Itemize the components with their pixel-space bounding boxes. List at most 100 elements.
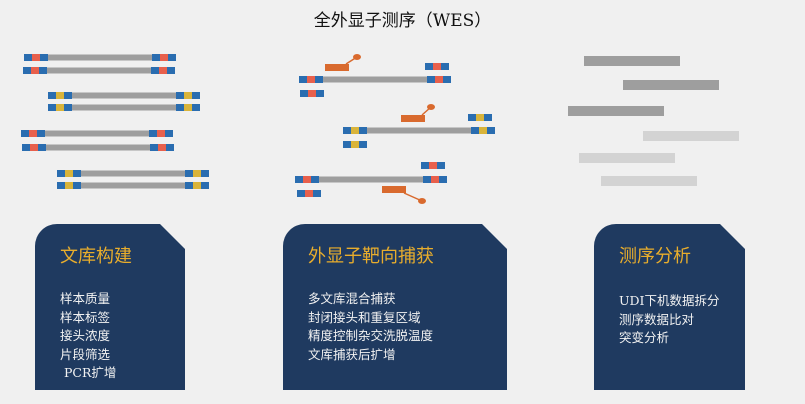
index-segment <box>429 162 437 169</box>
adapter-segment <box>185 182 193 189</box>
step-item: 接头浓度 <box>60 328 111 343</box>
index-segment <box>159 67 167 74</box>
index-segment <box>479 127 487 134</box>
adapter-segment <box>315 76 323 83</box>
insert-fragment <box>81 170 185 177</box>
index-segment <box>184 104 192 111</box>
sequencing-read <box>584 56 680 66</box>
adapter-segment <box>23 67 31 74</box>
insert-fragment <box>47 67 151 74</box>
insert-fragment <box>319 176 423 183</box>
adapter-segment <box>37 130 45 137</box>
adapter-segment <box>295 176 303 183</box>
index-segment <box>56 104 64 111</box>
probe-block <box>382 186 406 193</box>
adapter-segment <box>176 92 184 99</box>
adapter-segment <box>168 54 176 61</box>
sequencing-read <box>568 106 664 116</box>
sequencing-read <box>601 176 697 186</box>
index-segment <box>435 76 443 83</box>
step-item: 封闭接头和重复区域 <box>308 309 421 325</box>
adapter-segment <box>151 67 159 74</box>
step-heading: 测序分析 <box>619 246 691 267</box>
adapter-segment <box>24 54 32 61</box>
adapter-segment <box>439 176 447 183</box>
index-segment <box>31 67 39 74</box>
sequencing-read <box>643 131 739 141</box>
adapter-segment <box>443 76 451 83</box>
adapter-segment <box>359 127 367 134</box>
insert-fragment <box>45 130 149 137</box>
index-segment <box>303 176 311 183</box>
adapter-segment <box>201 182 209 189</box>
biotin-bead-icon <box>427 104 435 110</box>
step-exome-capture: 外显子靶向捕获 多文库混合捕获 封闭接头和重复区域 精度控制杂交洗脱温度 文库捕… <box>283 224 507 390</box>
adapter-segment <box>165 130 173 137</box>
adapter-segment <box>48 104 56 111</box>
index-segment <box>307 76 315 83</box>
probe-block <box>401 115 425 122</box>
index-segment <box>29 130 37 137</box>
step-item: 文库捕获后扩增 <box>308 346 396 362</box>
adapter-segment <box>359 141 367 148</box>
index-segment <box>431 176 439 183</box>
index-segment <box>476 114 484 121</box>
index-segment <box>351 127 359 134</box>
adapter-segment <box>57 182 65 189</box>
adapter-segment <box>297 190 305 197</box>
adapter-segment <box>64 104 72 111</box>
adapter-segment <box>166 144 174 151</box>
index-segment <box>351 141 359 148</box>
adapter-segment <box>421 162 429 169</box>
adapter-segment <box>311 176 319 183</box>
index-segment <box>193 170 201 177</box>
index-segment <box>433 63 441 70</box>
adapter-segment <box>73 182 81 189</box>
index-segment <box>157 130 165 137</box>
adapter-segment <box>150 144 158 151</box>
adapter-segment <box>22 144 30 151</box>
step-item: PCR扩增 <box>60 365 117 380</box>
adapter-segment <box>300 90 308 97</box>
insert-fragment <box>72 92 176 99</box>
adapter-segment <box>21 130 29 137</box>
adapter-segment <box>149 130 157 137</box>
adapter-segment <box>48 92 56 99</box>
adapter-segment <box>176 104 184 111</box>
biotin-bead-icon <box>418 198 426 204</box>
adapter-segment <box>167 67 175 74</box>
adapter-segment <box>427 76 435 83</box>
adapter-segment <box>64 92 72 99</box>
insert-fragment <box>323 76 427 83</box>
adapter-segment <box>487 127 495 134</box>
adapter-segment <box>299 76 307 83</box>
biotin-bead-icon <box>353 54 361 60</box>
step-item: 多文库混合捕获 <box>308 291 396 306</box>
step-item: 样本标签 <box>60 309 111 325</box>
insert-fragment <box>48 54 152 61</box>
adapter-segment <box>40 54 48 61</box>
adapter-segment <box>423 176 431 183</box>
step-sequencing-analysis: 测序分析 UDI下机数据拆分 测序数据比对 突变分析 <box>594 224 745 390</box>
adapter-segment <box>484 114 492 121</box>
index-segment <box>160 54 168 61</box>
adapter-segment <box>425 63 433 70</box>
adapter-segment <box>468 114 476 121</box>
adapter-segment <box>185 170 193 177</box>
sequencing-read <box>579 153 675 163</box>
step-heading: 文库构建 <box>60 246 132 267</box>
index-segment <box>193 182 201 189</box>
sequencing-read <box>623 80 719 90</box>
insert-fragment <box>72 104 176 111</box>
adapter-segment <box>343 141 351 148</box>
insert-fragment <box>46 144 150 151</box>
step-item: 片段筛选 <box>60 346 111 362</box>
adapter-segment <box>316 90 324 97</box>
adapter-segment <box>38 144 46 151</box>
adapter-segment <box>201 170 209 177</box>
adapter-segment <box>313 190 321 197</box>
insert-fragment <box>367 127 471 134</box>
index-segment <box>32 54 40 61</box>
index-segment <box>308 90 316 97</box>
probe-block <box>325 64 349 71</box>
